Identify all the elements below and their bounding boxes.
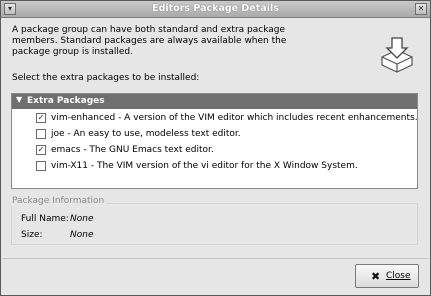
close-x-icon: ✖ — [371, 270, 381, 283]
extra-packages-list: ▼ Extra Packages ✓ vim-enhanced - A vers… — [11, 93, 418, 189]
group-description: A package group can have both standard a… — [12, 25, 342, 58]
window-title: Editors Package Details — [152, 3, 279, 14]
extra-packages-title: Extra Packages — [27, 96, 105, 106]
package-install-icon — [381, 37, 413, 73]
package-row-vim-x11[interactable]: vim-X11 - The VIM version of the vi edit… — [36, 159, 414, 173]
full-name-row: Full Name:None — [21, 214, 93, 224]
package-label: joe - An easy to use, modeless text edit… — [51, 129, 241, 139]
package-row-joe[interactable]: joe - An easy to use, modeless text edit… — [36, 127, 414, 141]
package-checkbox[interactable] — [36, 161, 46, 171]
size-value: None — [70, 230, 94, 240]
size-row: Size: None — [21, 230, 93, 240]
description-line: members. Standard packages are always av… — [12, 36, 287, 46]
package-row-vim-enhanced[interactable]: ✓ vim-enhanced - A version of the VIM ed… — [36, 111, 418, 125]
package-checkbox[interactable] — [36, 129, 46, 139]
package-row-emacs[interactable]: ✓ emacs - The GNU Emacs text editor. — [36, 143, 414, 157]
full-name-label: Full Name: — [21, 214, 69, 224]
full-name-value: None — [70, 214, 94, 224]
package-info-legend: Package Information — [9, 196, 108, 206]
button-divider — [2, 258, 429, 259]
package-checkbox[interactable]: ✓ — [36, 145, 46, 155]
package-label: vim-enhanced - A version of the VIM edit… — [51, 113, 418, 123]
package-details-dialog: ▾ Editors Package Details ✕ A package gr… — [0, 0, 431, 296]
description-line: A package group can have both standard a… — [12, 25, 286, 35]
close-button-label: Close — [386, 271, 411, 281]
select-extra-label: Select the extra packages to be installe… — [12, 73, 200, 83]
extra-packages-header[interactable]: ▼ Extra Packages — [12, 94, 417, 109]
title-bar[interactable]: ▾ Editors Package Details ✕ — [1, 1, 430, 18]
expander-arrow-icon[interactable]: ▼ — [16, 95, 22, 104]
package-label: emacs - The GNU Emacs text editor. — [51, 145, 214, 155]
window-close-icon[interactable]: ✕ — [415, 3, 427, 15]
package-checkbox[interactable]: ✓ — [36, 113, 46, 123]
package-label: vim-X11 - The VIM version of the vi edit… — [51, 161, 358, 171]
size-label: Size: — [21, 230, 43, 240]
description-line: package group is installed. — [12, 47, 133, 57]
close-button[interactable]: ✖ Close — [355, 264, 419, 288]
